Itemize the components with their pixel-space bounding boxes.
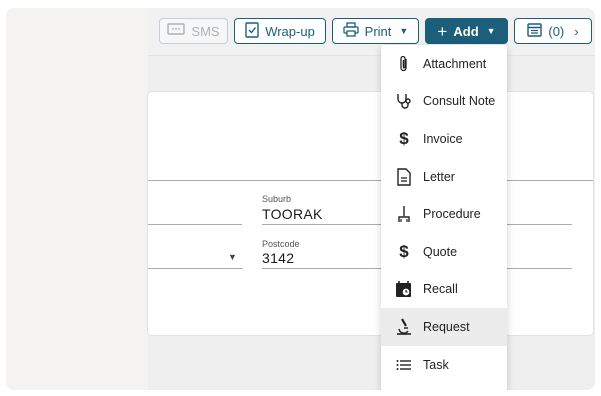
- menu-item-label: Task: [423, 357, 449, 372]
- message-icon: [167, 22, 186, 40]
- add-label: Add: [453, 23, 479, 39]
- menu-item-consult-note[interactable]: Consult Note: [381, 83, 507, 121]
- print-label: Print: [364, 23, 392, 39]
- patient-details-card: Suburb TOORAK ▼ Postcode 3142: [148, 92, 593, 335]
- stethoscope-icon: [395, 92, 413, 110]
- menu-item-label: Procedure: [423, 207, 481, 222]
- caret-down-icon: ▼: [486, 26, 496, 36]
- menu-item-invoice[interactable]: $ Invoice: [381, 120, 507, 158]
- menu-item-letter[interactable]: Letter: [381, 158, 507, 196]
- suburb-field[interactable]: TOORAK: [262, 206, 323, 222]
- procedure-icon: [395, 205, 413, 223]
- print-button[interactable]: Print ▼: [332, 18, 419, 44]
- sms-button[interactable]: SMS: [159, 18, 228, 44]
- paperclip-icon: [395, 55, 413, 73]
- suburb-label: Suburb: [262, 194, 292, 204]
- menu-item-label: Quote: [423, 244, 458, 259]
- caret-down-icon: ▼: [399, 26, 409, 36]
- menu-item-label: Request: [423, 319, 470, 334]
- select-underline: [148, 268, 243, 269]
- left-sidebar: [6, 8, 148, 390]
- clipboard-check-icon: [245, 21, 259, 41]
- menu-item-label: Invoice: [423, 131, 463, 146]
- microscope-icon: [395, 318, 413, 336]
- calendar-clock-icon: [395, 280, 413, 298]
- postcode-field[interactable]: 3142: [262, 250, 294, 266]
- add-button[interactable]: + Add ▼: [425, 18, 508, 44]
- app-window: SMS Wrap-up Print ▼ + Add ▼ (0) › Suburb…: [6, 8, 595, 390]
- chevron-right-icon: ›: [574, 23, 579, 39]
- wrapup-label: Wrap-up: [265, 23, 315, 39]
- menu-item-task[interactable]: Task: [381, 346, 507, 384]
- calendar-count: (0): [548, 23, 565, 39]
- divider: [148, 180, 593, 181]
- menu-item-attachment[interactable]: Attachment: [381, 45, 507, 83]
- wrapup-button[interactable]: Wrap-up: [234, 18, 326, 44]
- field-underline: [148, 224, 242, 225]
- menu-item-label: Consult Note: [423, 94, 496, 109]
- menu-item-label: Letter: [423, 169, 455, 184]
- menu-item-recall[interactable]: Recall: [381, 271, 507, 309]
- document-icon: [395, 167, 413, 186]
- add-dropdown-menu: Attachment Consult Note $ Invoice Letter…: [381, 45, 507, 390]
- menu-item-label: Recall: [423, 282, 458, 297]
- toolbar: SMS Wrap-up Print ▼ + Add ▼ (0) ›: [148, 8, 595, 56]
- dollar-icon: $: [399, 128, 409, 148]
- postcode-label: Postcode: [262, 239, 300, 249]
- dollar-icon: $: [399, 241, 409, 261]
- calendar-icon: [527, 22, 543, 40]
- menu-item-quote[interactable]: $ Quote: [381, 233, 507, 271]
- dropdown-arrow-icon[interactable]: ▼: [228, 252, 237, 262]
- menu-item-label: Attachment: [423, 56, 487, 71]
- menu-item-request[interactable]: Request: [381, 308, 507, 346]
- calendar-button[interactable]: (0) ›: [514, 18, 592, 44]
- list-icon: [395, 356, 413, 374]
- printer-icon: [343, 22, 359, 40]
- plus-icon: +: [437, 21, 448, 41]
- menu-item-procedure[interactable]: Procedure: [381, 195, 507, 233]
- sms-label: SMS: [191, 23, 220, 39]
